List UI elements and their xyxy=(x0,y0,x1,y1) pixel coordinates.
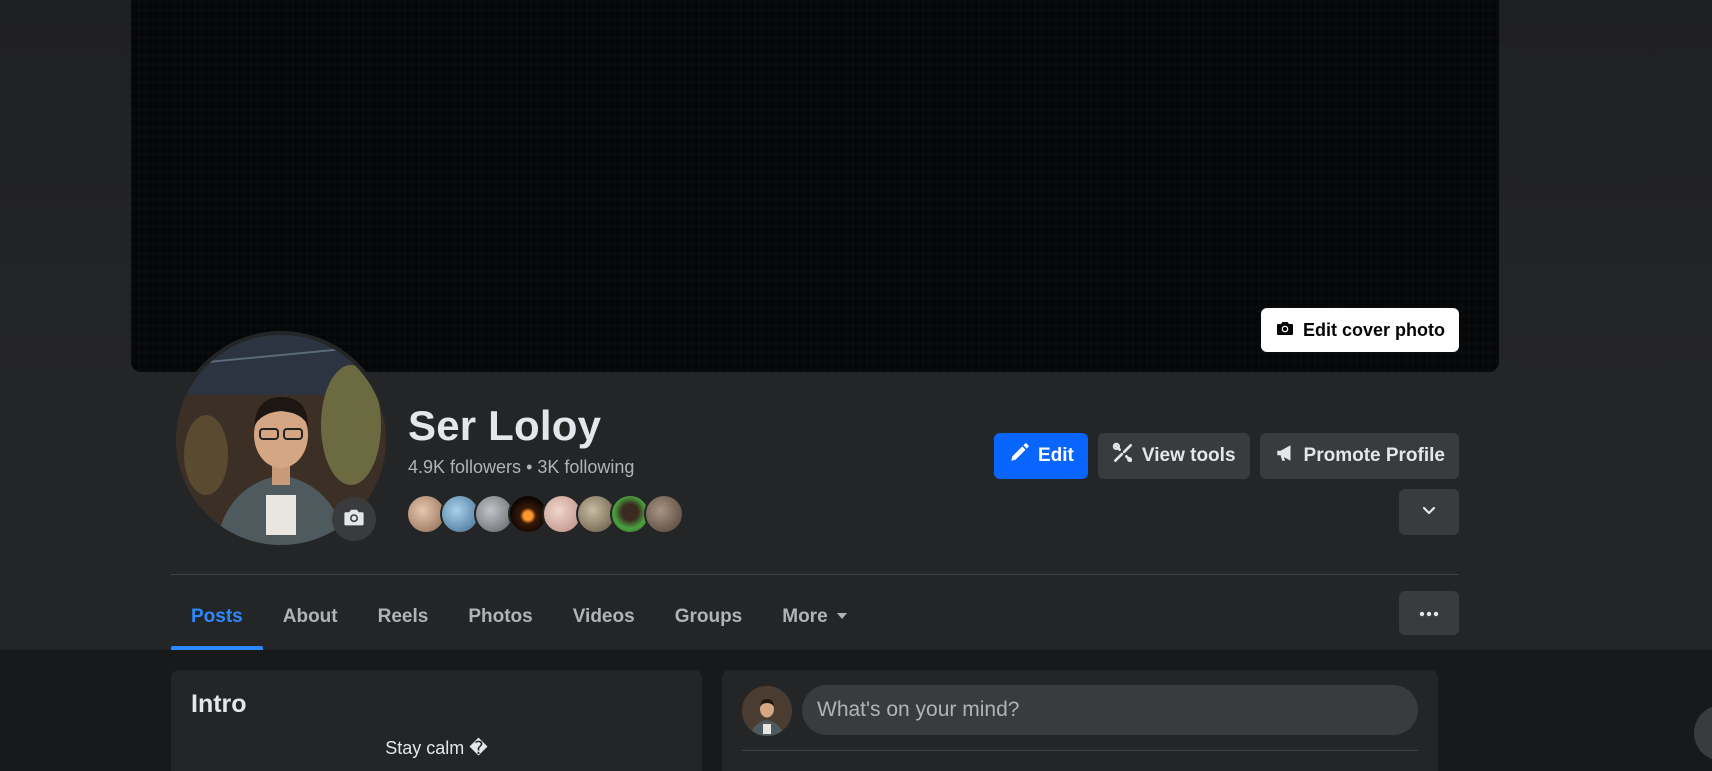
tab-reels[interactable]: Reels xyxy=(358,584,449,650)
followers-link[interactable]: 4.9K followers xyxy=(408,457,521,477)
intro-card: Intro Stay calm � xyxy=(171,670,702,771)
profile-tabs: Posts About Reels Photos Videos Groups M… xyxy=(171,584,868,650)
update-profile-picture-button[interactable] xyxy=(332,497,376,541)
composer-placeholder: What's on your mind? xyxy=(817,698,1020,721)
intro-bio: Stay calm � xyxy=(385,738,488,758)
tab-groups[interactable]: Groups xyxy=(655,584,763,650)
pencil-icon xyxy=(1008,442,1030,470)
tools-icon xyxy=(1112,442,1134,470)
intro-title: Intro xyxy=(191,690,247,718)
view-tools-label: View tools xyxy=(1141,445,1236,466)
tab-label: About xyxy=(282,606,338,627)
caret-down-icon xyxy=(836,606,848,628)
edit-label: Edit xyxy=(1038,445,1074,466)
megaphone-icon xyxy=(1274,442,1296,470)
more-options-button[interactable] xyxy=(1399,591,1459,635)
follower-avatars xyxy=(406,494,684,536)
chevron-down-icon xyxy=(1421,502,1437,523)
camera-icon xyxy=(1275,318,1295,343)
composer-divider xyxy=(742,750,1418,751)
tab-label: Reels xyxy=(377,606,429,627)
edit-profile-button[interactable]: Edit xyxy=(994,433,1088,479)
follow-counts: 4.9K followers • 3K following xyxy=(408,457,634,478)
follow-separator: • xyxy=(521,457,538,477)
profile-name: Ser Loloy xyxy=(408,402,602,449)
floating-chat-button[interactable] xyxy=(1694,705,1712,761)
header-divider xyxy=(171,574,1459,575)
tab-label: Videos xyxy=(572,606,635,627)
promote-profile-label: Promote Profile xyxy=(1303,445,1445,466)
post-composer: What's on your mind? xyxy=(722,670,1438,771)
camera-icon xyxy=(342,505,366,534)
avatar[interactable] xyxy=(742,686,792,736)
whats-on-your-mind-input[interactable]: What's on your mind? xyxy=(802,685,1418,735)
ellipsis-icon xyxy=(1419,604,1439,622)
tab-photos[interactable]: Photos xyxy=(448,584,552,650)
following-link[interactable]: 3K following xyxy=(537,457,634,477)
cover-photo[interactable]: Edit cover photo xyxy=(131,0,1499,372)
tab-label: Photos xyxy=(468,606,533,627)
profile-actions: Edit View tools Promote Profile xyxy=(994,433,1459,479)
view-tools-button[interactable]: View tools xyxy=(1097,433,1250,479)
tab-more[interactable]: More xyxy=(762,584,867,650)
tab-about[interactable]: About xyxy=(263,584,358,650)
expand-button[interactable] xyxy=(1399,489,1459,535)
tab-posts[interactable]: Posts xyxy=(171,584,263,650)
edit-cover-photo-label: Edit cover photo xyxy=(1302,319,1445,340)
tab-label: Posts xyxy=(191,606,243,627)
tab-label: More xyxy=(782,606,828,627)
profile-page: Edit cover photo Ser Loloy 4.9K follower… xyxy=(0,0,1712,771)
edit-cover-photo-button[interactable]: Edit cover photo xyxy=(1260,308,1459,352)
promote-profile-button[interactable]: Promote Profile xyxy=(1259,433,1459,479)
tab-label: Groups xyxy=(674,606,743,627)
tab-videos[interactable]: Videos xyxy=(553,584,655,650)
follower-avatar[interactable] xyxy=(644,494,684,534)
